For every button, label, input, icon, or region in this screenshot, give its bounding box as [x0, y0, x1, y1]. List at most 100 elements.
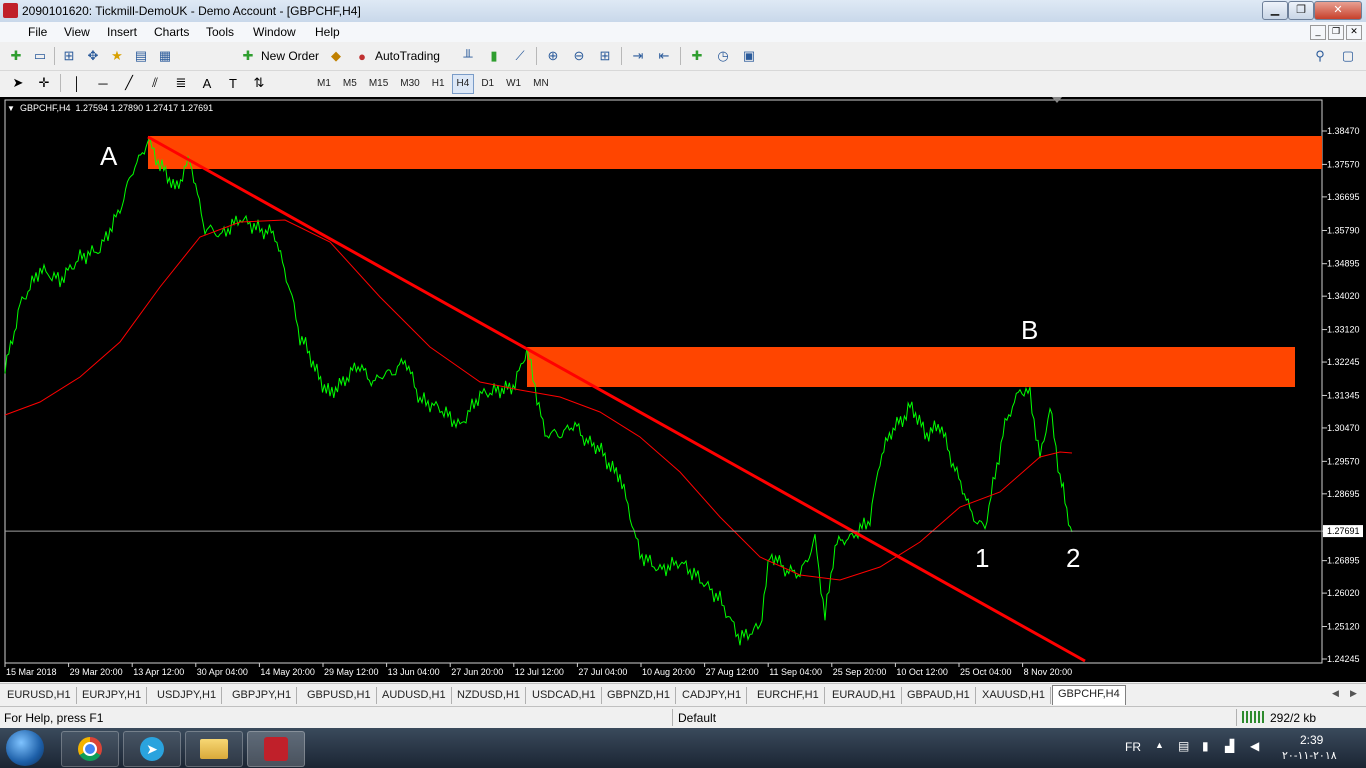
new-order-icon: ✚ [242, 48, 254, 63]
trendline-icon[interactable]: ╱ [119, 74, 139, 92]
menu-window[interactable]: Window [253, 25, 296, 39]
main-toolbar: ✚ ▭ ⊞ ✥ ★ ▤ ▦ ✚ New Order ◆ ● AutoTradin… [0, 43, 1366, 71]
tab-scroll-right-icon[interactable]: ▶ [1350, 688, 1357, 699]
menu-help[interactable]: Help [315, 25, 340, 39]
chart-tab[interactable]: GBPNZD,H1 [602, 687, 676, 704]
chart-tab[interactable]: AUDUSD,H1 [377, 687, 452, 704]
tf-m30[interactable]: M30 [395, 74, 424, 94]
chart-tab[interactable]: EURJPY,H1 [77, 687, 148, 704]
price-label: 1.38470 [1327, 126, 1360, 136]
tf-m5[interactable]: M5 [338, 74, 362, 94]
zoom-in-icon[interactable]: ⊕ [543, 47, 563, 65]
auto-trading-label: AutoTrading [375, 49, 440, 63]
date-label: 25 Sep 20:00 [833, 667, 887, 677]
network-icon[interactable]: ▤ [1178, 739, 1189, 753]
tf-mn[interactable]: MN [528, 74, 554, 94]
minimize-button[interactable]: ▁ [1262, 1, 1288, 20]
window-title: 2090101620: Tickmill-DemoUK - Demo Accou… [22, 4, 361, 18]
indicators-icon[interactable]: ✚ [687, 47, 707, 65]
terminal-icon[interactable]: ▤ [131, 47, 151, 65]
auto-trading-icon: ● [358, 48, 366, 64]
new-chart-icon[interactable]: ✚ [6, 47, 26, 65]
chart-canvas[interactable]: A B 1 2 1.38470 1.37570 1.36695 1.35790 1.34895… [0, 97, 1366, 682]
chart-tab[interactable]: NZDUSD,H1 [452, 687, 526, 704]
tile-windows-icon[interactable]: ⊞ [595, 47, 615, 65]
maximize-button[interactable]: ❐ [1288, 1, 1314, 20]
mt4-taskbar-button[interactable] [247, 731, 305, 767]
text-icon[interactable]: A [197, 74, 217, 92]
tf-h1[interactable]: H1 [427, 74, 450, 94]
language-indicator[interactable]: FR [1125, 740, 1141, 754]
arrow-tools-icon[interactable]: ⇅ [249, 74, 269, 92]
price-label: 1.35790 [1327, 225, 1360, 235]
mdi-close-button[interactable]: ✕ [1346, 25, 1362, 40]
chart-tab[interactable]: EURAUD,H1 [827, 687, 902, 704]
mdi-minimize-button[interactable]: _ [1310, 25, 1326, 40]
fibonacci-icon[interactable]: ≣ [171, 74, 191, 92]
text-label-icon[interactable]: T [223, 74, 243, 92]
symbol-dropdown-icon[interactable]: ▼ [7, 104, 15, 113]
tf-m1[interactable]: M1 [312, 74, 336, 94]
autoscroll-icon[interactable]: ⇥ [628, 47, 648, 65]
signal-icon[interactable]: ▟ [1225, 739, 1234, 753]
menu-charts[interactable]: Charts [154, 25, 189, 39]
strategy-tester-icon[interactable]: ▦ [155, 47, 175, 65]
volume-icon[interactable]: ◀ [1250, 739, 1259, 753]
horizontal-line-icon[interactable]: ─ [93, 74, 113, 92]
zoom-out-icon[interactable]: ⊖ [569, 47, 589, 65]
chart-tab[interactable]: GBPAUD,H1 [902, 687, 976, 704]
tab-scroll-left-icon[interactable]: ◀ [1332, 688, 1339, 699]
new-order-button[interactable]: ✚ New Order [238, 47, 319, 65]
auto-trading-button[interactable]: ● AutoTrading [352, 47, 440, 65]
chart-tab[interactable]: XAUUSD,H1 [977, 687, 1051, 704]
start-button[interactable] [6, 730, 44, 766]
templates-icon[interactable]: ▣ [739, 47, 759, 65]
chart-tab[interactable]: CADJPY,H1 [677, 687, 748, 704]
tf-m15[interactable]: M15 [364, 74, 393, 94]
chart-tab[interactable]: EURUSD,H1 [2, 687, 77, 704]
close-button[interactable]: ✕ [1314, 1, 1362, 20]
shift-marker-icon[interactable] [1052, 97, 1062, 103]
explorer-taskbar-button[interactable] [185, 731, 243, 767]
profiles-icon[interactable]: ▭ [30, 47, 50, 65]
chart-tab[interactable]: GBPJPY,H1 [227, 687, 298, 704]
toolbar-separator [54, 47, 55, 65]
price-label: 1.28695 [1327, 489, 1360, 499]
mdi-restore-button[interactable]: ❐ [1328, 25, 1344, 40]
menu-file[interactable]: File [28, 25, 47, 39]
chrome-taskbar-button[interactable] [61, 731, 119, 767]
chart-tab[interactable]: GBPUSD,H1 [302, 687, 377, 704]
chart-tab[interactable]: EURCHF,H1 [752, 687, 825, 704]
chart-tab[interactable]: USDCAD,H1 [527, 687, 602, 704]
chart-tab[interactable]: GBPCHF,H4 [1052, 685, 1126, 705]
menu-insert[interactable]: Insert [107, 25, 137, 39]
telegram-taskbar-button[interactable]: ➤ [123, 731, 181, 767]
tf-w1[interactable]: W1 [501, 74, 526, 94]
price-chart[interactable]: A B 1 2 1.38470 1.37570 1.36695 1.35790 1.34895… [0, 97, 1366, 682]
bar-chart-icon[interactable]: ╨ [458, 47, 478, 65]
periods-icon[interactable]: ◷ [713, 47, 733, 65]
search-icon[interactable]: ⚲ [1310, 47, 1330, 65]
cursor-icon[interactable]: ➤ [8, 74, 28, 92]
crosshair-icon[interactable]: ✛ [34, 74, 54, 92]
chart-tab[interactable]: USDJPY,H1 [152, 687, 223, 704]
channel-icon[interactable]: ⫽ [145, 74, 165, 92]
metaeditor-icon[interactable]: ◆ [326, 47, 346, 65]
clock-date[interactable]: ٢٠١٨-١١-٢٠ [1282, 749, 1337, 762]
menu-view[interactable]: View [64, 25, 90, 39]
menu-tools[interactable]: Tools [206, 25, 234, 39]
tf-d1[interactable]: D1 [476, 74, 499, 94]
tf-h4[interactable]: H4 [451, 74, 475, 94]
power-icon[interactable]: ▮ [1202, 739, 1209, 753]
profile-name: Default [678, 711, 717, 725]
candlestick-icon[interactable]: ▮ [484, 47, 504, 65]
navigator-icon[interactable]: ★ [107, 47, 127, 65]
chat-icon[interactable]: ▢ [1338, 47, 1358, 65]
clock-time[interactable]: 2:39 [1300, 733, 1323, 747]
data-window-icon[interactable]: ✥ [83, 47, 103, 65]
chart-shift-icon[interactable]: ⇤ [654, 47, 674, 65]
line-chart-icon[interactable]: ⟋ [510, 47, 530, 65]
market-watch-icon[interactable]: ⊞ [59, 47, 79, 65]
show-hidden-icons-icon[interactable]: ▲ [1155, 740, 1164, 750]
vertical-line-icon[interactable]: │ [67, 74, 87, 92]
